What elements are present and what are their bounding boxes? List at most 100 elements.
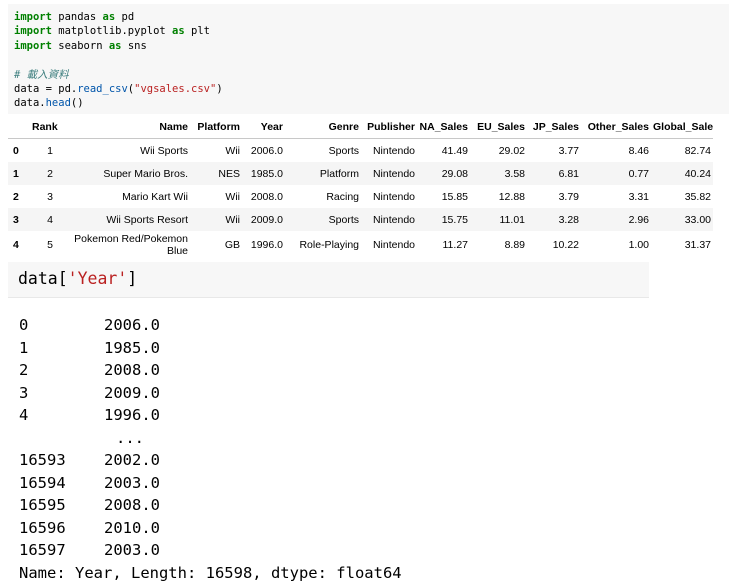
string-literal: "vgsales.csv" <box>134 82 217 95</box>
column-header: Genre <box>285 116 361 139</box>
table-cell: Nintendo <box>372 144 415 157</box>
table-cell: Wii Sports Resort <box>55 208 190 231</box>
table-cell: NES <box>190 162 242 185</box>
code-line-import-seaborn: import seaborn as sns <box>14 39 729 53</box>
table-cell: 2008.0 <box>250 190 283 203</box>
code-line-read-csv: data = pd.read_csv("vgsales.csv") <box>14 82 729 96</box>
column-header: Publisher <box>361 116 417 139</box>
table-cell: 15.85 <box>441 190 468 203</box>
table-cell: 6.81 <box>527 162 581 185</box>
keyword-as: as <box>172 25 185 38</box>
table-cell: Wii Sports <box>140 144 188 157</box>
series-value: 2003.0 <box>104 541 160 559</box>
series-ellipsis: ... <box>116 428 144 447</box>
code-text: data[ <box>18 269 68 288</box>
keyword-import: import <box>14 39 52 52</box>
module-name: matplotlib.pyplot <box>51 25 173 38</box>
code-text: data. <box>14 97 46 110</box>
code-text: data = pd. <box>14 82 78 95</box>
table-cell: 82.74 <box>684 144 711 157</box>
table-cell: Wii <box>190 208 242 231</box>
keyword-import: import <box>14 25 52 38</box>
series-index: 0 <box>19 316 29 334</box>
table-cell: 35.82 <box>684 190 711 203</box>
column-header: Other_Sales <box>581 116 651 139</box>
series-footer-row: Name: Year, Length: 16598, dtype: float6… <box>19 562 659 585</box>
series-ellipsis-row: ... <box>19 427 659 450</box>
series-output: 0 2006.0 1 1985.0 2 2008.0 3 2009.0 4 1996.0 … <box>19 314 659 584</box>
table-cell: 29.02 <box>498 144 525 157</box>
series-index: 16596 <box>19 518 66 537</box>
table-cell: Pokemon Red/Pokemon Blue <box>74 233 188 257</box>
table-cell: 2009.0 <box>242 208 285 231</box>
column-header: Rank <box>30 116 58 139</box>
series-index: 16594 <box>19 473 66 492</box>
table-cell: 3.58 <box>470 162 527 185</box>
table-cell: 12.88 <box>498 190 525 203</box>
series-value: 1985.0 <box>104 338 160 357</box>
table-cell: 2006.0 <box>250 144 283 157</box>
series-row: 16593 2002.0 <box>19 449 659 472</box>
code-paren: () <box>70 97 84 110</box>
series-row: 0 2006.0 <box>19 314 659 337</box>
table-cell: 3.28 <box>527 208 581 231</box>
table-cell: 29.08 <box>417 162 470 185</box>
code-cell-year[interactable]: data['Year'] <box>8 262 649 298</box>
series-index: 16595 <box>19 496 66 514</box>
table-cell: 4 <box>30 208 55 231</box>
table-cell: Nintendo <box>372 190 415 203</box>
table-cell: 33.00 <box>651 208 713 231</box>
column-header: Year <box>242 116 285 139</box>
table-cell: 3.77 <box>558 144 579 157</box>
table-header-row: Rank Name Platform Year Genre Publisher … <box>8 116 713 139</box>
series-row: 16594 2003.0 <box>19 472 659 495</box>
table-cell: 10.22 <box>552 239 579 251</box>
table-cell: 2.96 <box>581 208 651 231</box>
code-comment: # 載入資料 <box>14 68 69 81</box>
table-cell: Wii <box>225 144 240 157</box>
table-cell: 11.01 <box>470 208 527 231</box>
row-index: 2 <box>13 190 19 203</box>
table-cell: 8.46 <box>628 144 649 157</box>
row-index: 4 <box>13 239 19 251</box>
table-cell: Nintendo <box>361 208 417 231</box>
table-cell: 8.89 <box>504 239 525 251</box>
keyword-as: as <box>102 11 116 23</box>
table-cell: 3 <box>47 190 53 203</box>
series-row: 16597 2003.0 <box>19 539 659 562</box>
series-index: 1 <box>19 338 29 357</box>
column-header: JP_Sales <box>527 116 581 139</box>
series-value: 2008.0 <box>104 496 160 514</box>
column-header-index <box>8 116 30 139</box>
table-cell: 1985.0 <box>242 162 285 185</box>
table-cell: 2 <box>30 162 55 185</box>
module-alias: plt <box>184 25 210 38</box>
table-cell: Sports <box>328 144 359 157</box>
column-header: Platform <box>190 116 242 139</box>
table-cell: Nintendo <box>361 162 417 185</box>
function-name: read_csv <box>77 82 128 95</box>
table-cell: 3.79 <box>558 190 579 203</box>
code-line-import-matplotlib: import matplotlib.pyplot as plt <box>14 24 729 38</box>
table-row: 4 5 Pokemon Red/Pokemon Blue GB 1996.0 R… <box>8 231 713 258</box>
row-index: 0 <box>13 144 19 157</box>
keyword-import: import <box>14 11 52 23</box>
code-line-head: data.head() <box>14 96 729 110</box>
table-cell: 0.77 <box>581 162 651 185</box>
table-cell: Sports <box>285 208 361 231</box>
code-cell-imports[interactable]: import pandas as pd import matplotlib.py… <box>8 4 729 114</box>
module-name: pandas <box>51 11 103 23</box>
series-footer: Name: Year, Length: 16598, dtype: float6… <box>19 563 402 582</box>
table-cell: 40.24 <box>651 162 713 185</box>
table-row: 1 2 Super Mario Bros. NES 1985.0 Platfor… <box>8 162 713 185</box>
module-alias: sns <box>121 39 147 52</box>
series-row: 1 1985.0 <box>19 337 659 360</box>
series-row: 16596 2010.0 <box>19 517 659 540</box>
series-value: 2009.0 <box>104 383 160 402</box>
function-name: head <box>45 97 71 110</box>
code-text: ] <box>127 269 138 288</box>
series-value: 2003.0 <box>104 473 160 492</box>
series-index: 2 <box>19 361 29 379</box>
series-index: 16593 <box>19 451 66 469</box>
